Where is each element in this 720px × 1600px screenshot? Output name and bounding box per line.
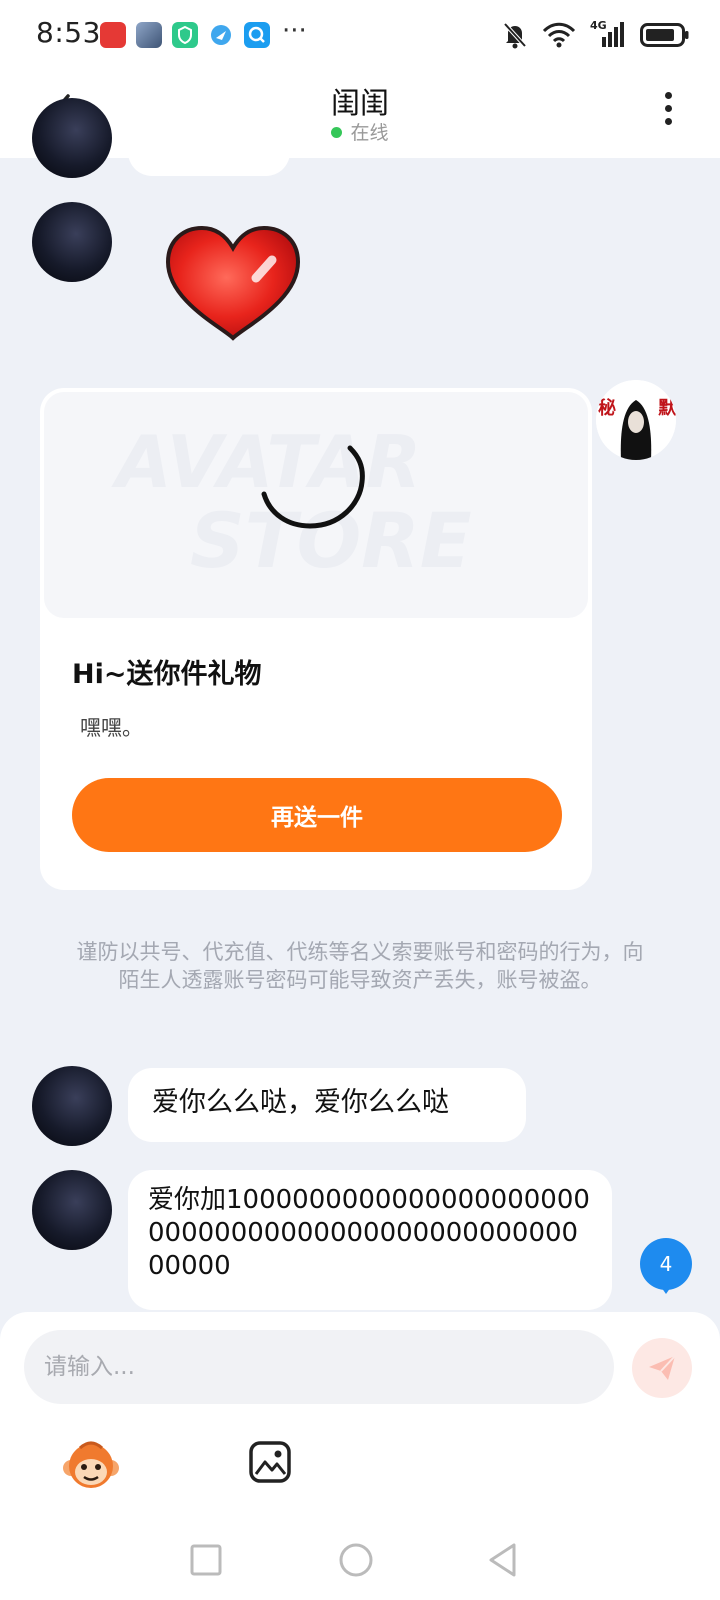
wifi-icon [542, 22, 576, 48]
gift-description: 嘿嘿。 [80, 716, 143, 740]
emoji-button[interactable] [62, 1436, 120, 1494]
gift-image[interactable]: AVATAR STORE [44, 392, 588, 618]
more-options-button[interactable] [662, 92, 674, 132]
more-dot-icon [664, 92, 672, 99]
message-bubble[interactable]: 爱你么么哒，爱你么么哒 [128, 1068, 526, 1142]
more-dot-icon [664, 118, 672, 125]
unread-count-badge[interactable]: 4 [640, 1238, 692, 1290]
gift-title: Hi~送你件礼物 [72, 659, 262, 690]
unread-badge-pointer [659, 1284, 673, 1294]
mute-bell-icon [503, 22, 527, 49]
triangle-back-icon [489, 1543, 516, 1577]
huawei-icon [100, 22, 126, 48]
send-button[interactable] [632, 1338, 692, 1398]
contact-avatar[interactable] [32, 1170, 112, 1250]
contact-avatar[interactable] [32, 98, 112, 178]
contact-avatar[interactable] [32, 1066, 112, 1146]
nav-back-button[interactable] [484, 1540, 524, 1580]
status-time: 8:53 [36, 16, 101, 49]
self-avatar-text: 秘 默 [598, 398, 676, 419]
nav-home-button[interactable] [336, 1540, 376, 1580]
image-icon [249, 1441, 291, 1483]
message-bubble-partial [128, 130, 290, 176]
contact-name: 闺闺 [330, 86, 389, 120]
square-icon [190, 1544, 222, 1576]
cellular-signal-icon: 4G [590, 19, 626, 49]
message-input[interactable] [24, 1330, 614, 1404]
self-avatar[interactable]: 秘 默 [596, 380, 676, 460]
search-app-icon [244, 22, 270, 48]
battery-icon [640, 23, 689, 47]
send-another-gift-button[interactable]: 再送一件 [72, 778, 562, 852]
image-picker-button[interactable] [248, 1440, 292, 1484]
more-dot-icon [664, 105, 672, 112]
game-icon [136, 22, 162, 48]
online-dot [331, 127, 343, 138]
shield-icon [172, 22, 198, 48]
security-warning: 谨防以共号、代充值、代练等名义索要账号和密码的行为，向陌生人透露账号密码可能导致… [76, 940, 644, 992]
status-indicators: 4G [502, 18, 690, 52]
self-avatar-image [596, 380, 676, 460]
status-more-indicator: ··· [282, 16, 307, 46]
monkey-emoji-icon [63, 1441, 119, 1488]
compass-icon [208, 22, 234, 48]
heart-sticker[interactable] [160, 222, 306, 344]
circle-icon [339, 1543, 373, 1577]
heart-icon [165, 225, 301, 341]
nav-recents-button[interactable] [186, 1540, 226, 1580]
message-bubble[interactable]: 爱你加1000000000000000000000000000000000000… [128, 1170, 612, 1310]
send-icon [649, 1355, 676, 1380]
online-status-label: 在线 [350, 122, 389, 144]
loading-spinner-icon [261, 445, 365, 529]
contact-avatar[interactable] [32, 202, 112, 282]
